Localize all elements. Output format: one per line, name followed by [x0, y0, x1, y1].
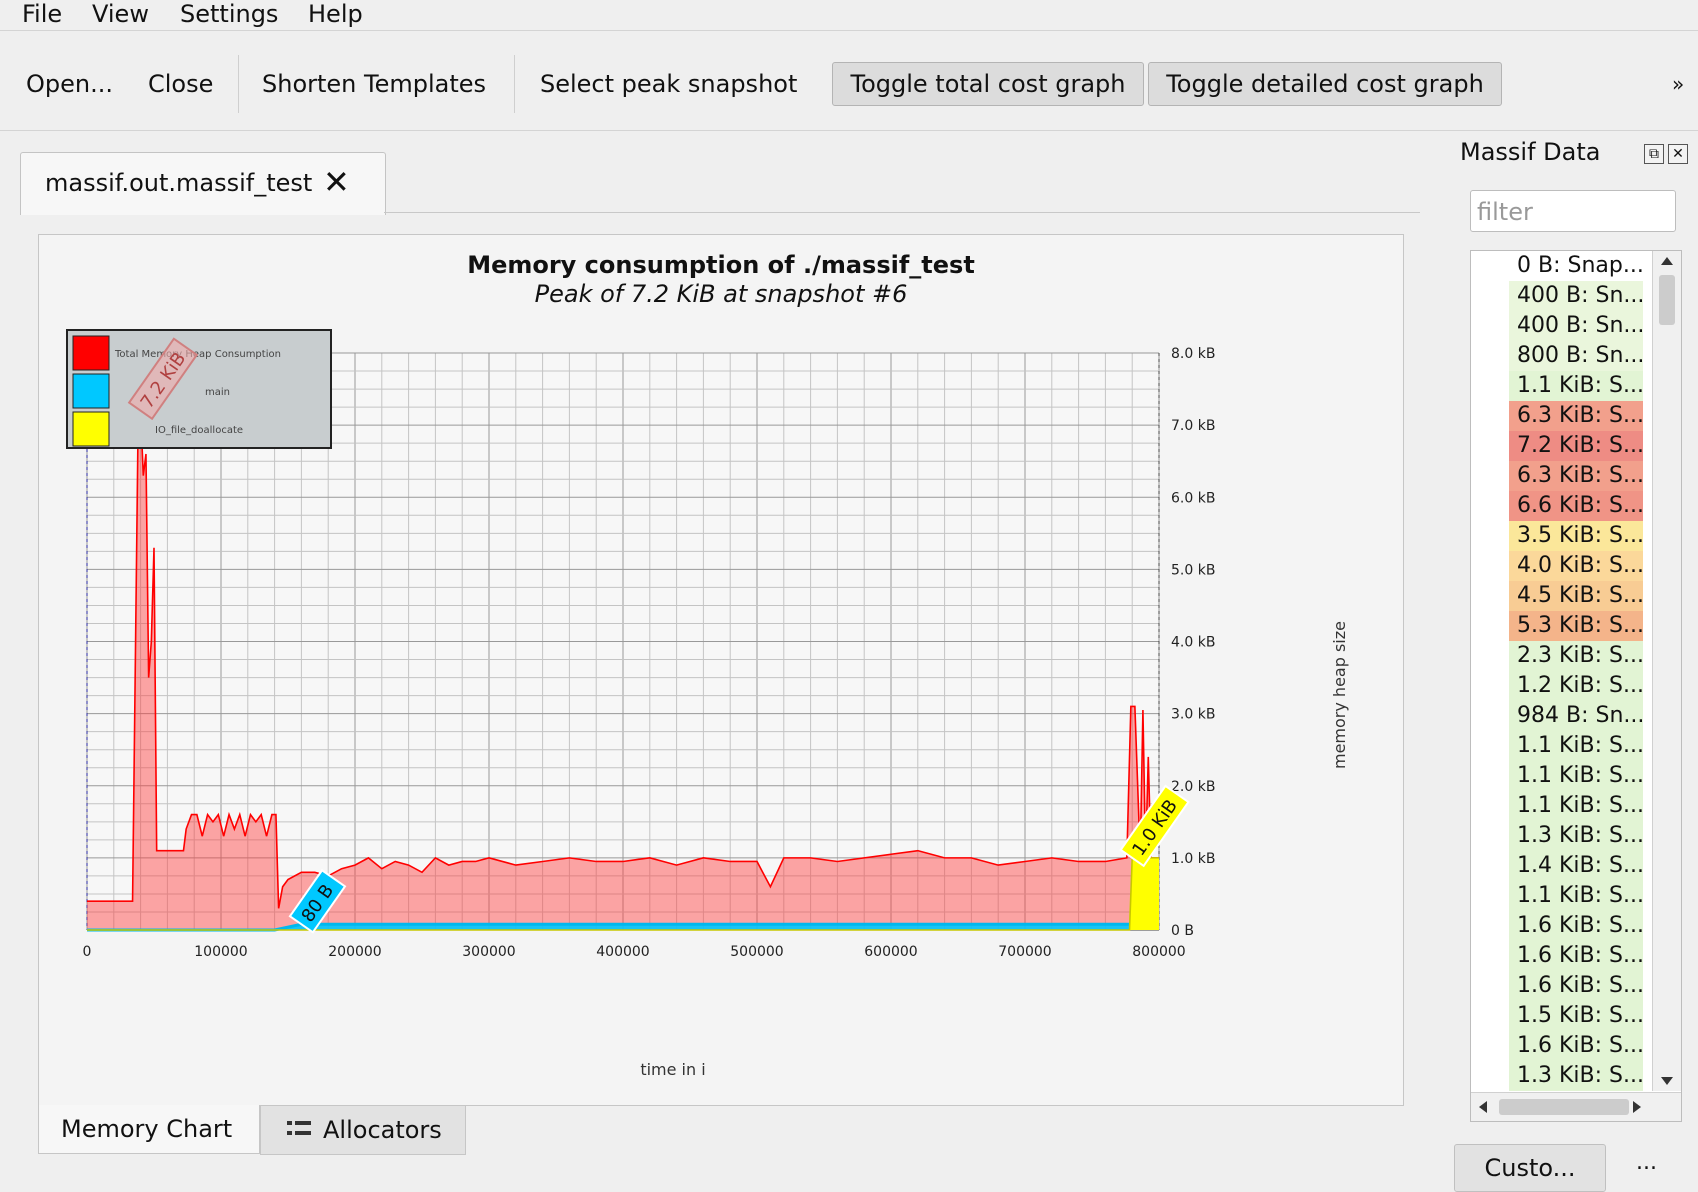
tab-memory-chart-label: Memory Chart	[61, 1115, 233, 1143]
legend-swatch-main	[72, 373, 110, 409]
close-button[interactable]: Close	[148, 64, 213, 104]
scroll-left-icon[interactable]	[1479, 1101, 1487, 1113]
select-peak-snapshot-button[interactable]: Select peak snapshot	[540, 64, 797, 104]
snapshot-row[interactable]: 1.2 KiB: S...	[1509, 671, 1643, 701]
toolbar-overflow-icon[interactable]: »	[1672, 64, 1684, 104]
y-tick-label: 1.0 kB	[1171, 851, 1215, 867]
y-tick-label: 2.0 kB	[1171, 779, 1215, 795]
more-button[interactable]: ...	[1636, 1150, 1657, 1175]
snapshot-row[interactable]: 0 B: Snap...	[1509, 251, 1643, 281]
snapshot-row[interactable]: 4.0 KiB: S...	[1509, 551, 1643, 581]
tab-allocators-label: Allocators	[323, 1116, 442, 1144]
snapshot-row[interactable]: 1.1 KiB: S...	[1509, 731, 1643, 761]
x-tick-label: 400000	[596, 944, 649, 960]
legend-swatch-total	[72, 335, 110, 371]
x-tick-label: 700000	[998, 944, 1051, 960]
snapshot-row[interactable]: 1.6 KiB: S...	[1509, 941, 1643, 971]
memory-chart: Memory consumption of ./massif_test Peak…	[66, 251, 1349, 1079]
snapshot-row[interactable]: 5.3 KiB: S...	[1509, 611, 1643, 641]
snapshot-row[interactable]: 400 B: Sn...	[1509, 281, 1643, 311]
x-tick-label: 300000	[462, 944, 515, 960]
snapshot-row[interactable]: 1.6 KiB: S...	[1509, 911, 1643, 941]
snapshot-row[interactable]: 1.1 KiB: S...	[1509, 791, 1643, 821]
chart-subtitle: Peak of 7.2 KiB at snapshot #6	[535, 280, 908, 308]
legend-label-io: IO_file_doallocate	[155, 425, 243, 436]
chart-title: Memory consumption of ./massif_test	[467, 251, 975, 279]
tab-memory-chart[interactable]: Memory Chart	[38, 1105, 260, 1154]
snapshot-row[interactable]: 7.2 KiB: S...	[1509, 431, 1643, 461]
toolbar-separator	[514, 55, 515, 113]
y-tick-label: 5.0 kB	[1171, 562, 1215, 578]
tab-bar-line	[384, 212, 1420, 213]
snapshot-row[interactable]: 984 B: Sn...	[1509, 701, 1643, 731]
customize-button[interactable]: Custo...	[1454, 1144, 1606, 1192]
scroll-thumb-h[interactable]	[1499, 1099, 1629, 1115]
close-dock-icon[interactable]: ✕	[1668, 144, 1688, 164]
snapshot-row[interactable]: 1.6 KiB: S...	[1509, 971, 1643, 1001]
file-tab-label: massif.out.massif_test	[45, 169, 313, 197]
snapshot-row[interactable]: 4.5 KiB: S...	[1509, 581, 1643, 611]
toolbar-divider	[0, 130, 1698, 131]
x-tick-label: 800000	[1132, 944, 1185, 960]
x-axis-label: time in i	[640, 1060, 705, 1079]
legend-swatch-io	[72, 411, 110, 447]
snapshot-row[interactable]: 1.6 KiB: S...	[1509, 1031, 1643, 1061]
snapshot-row[interactable]: 6.3 KiB: S...	[1509, 401, 1643, 431]
y-tick-label: 0 B	[1171, 923, 1194, 939]
snapshot-row[interactable]: 1.3 KiB: S...	[1509, 821, 1643, 851]
snapshot-list: 0 B: Snap... 400 B: Sn... 400 B: Sn... 800 …	[1470, 250, 1682, 1122]
scroll-up-icon[interactable]	[1661, 257, 1673, 265]
snapshot-row[interactable]: 1.1 KiB: S...	[1509, 761, 1643, 791]
shorten-templates-button[interactable]: Shorten Templates	[262, 64, 486, 104]
y-tick-label: 4.0 kB	[1171, 635, 1215, 651]
snapshot-row[interactable]: 1.3 KiB: S...	[1509, 1061, 1643, 1091]
menu-help[interactable]: Help	[308, 0, 363, 28]
vertical-scrollbar[interactable]	[1652, 251, 1681, 1091]
x-tick-label: 0	[83, 944, 92, 960]
menu-view[interactable]: View	[92, 0, 149, 28]
snapshot-row[interactable]: 6.3 KiB: S...	[1509, 461, 1643, 491]
y-axis-label: memory heap size	[1330, 621, 1349, 769]
x-tick-label: 200000	[328, 944, 381, 960]
snapshot-row[interactable]: 1.1 KiB: S...	[1509, 881, 1643, 911]
x-tick-label: 600000	[864, 944, 917, 960]
snapshot-row[interactable]: 1.1 KiB: S...	[1509, 371, 1643, 401]
x-tick-label: 500000	[730, 944, 783, 960]
legend-label-main: main	[205, 387, 230, 398]
snapshot-row[interactable]: 1.4 KiB: S...	[1509, 851, 1643, 881]
menu-settings[interactable]: Settings	[180, 0, 278, 28]
y-tick-label: 8.0 kB	[1171, 346, 1215, 362]
toolbar-separator	[238, 55, 239, 113]
y-tick-label: 6.0 kB	[1171, 490, 1215, 506]
chart-legend: Total Memory Heap Consumption main IO_fi…	[66, 329, 332, 449]
y-tick-label: 3.0 kB	[1171, 707, 1215, 723]
snapshot-row[interactable]: 400 B: Sn...	[1509, 311, 1643, 341]
menu-bar: File View Settings Help	[0, 0, 1698, 30]
close-tab-icon[interactable]: ✕	[323, 163, 350, 201]
tab-allocators[interactable]: Allocators	[260, 1105, 466, 1155]
scroll-right-icon[interactable]	[1633, 1101, 1641, 1113]
y-tick-label: 7.0 kB	[1171, 418, 1215, 434]
scroll-down-icon[interactable]	[1661, 1077, 1673, 1085]
float-dock-icon[interactable]: ⧉	[1644, 144, 1664, 164]
snapshot-row[interactable]: 800 B: Sn...	[1509, 341, 1643, 371]
snapshot-row[interactable]: 3.5 KiB: S...	[1509, 521, 1643, 551]
menu-divider	[0, 30, 1698, 31]
open-button[interactable]: Open...	[26, 64, 113, 104]
x-tick-label: 100000	[194, 944, 247, 960]
list-icon	[287, 1121, 311, 1135]
filter-input[interactable]: filter	[1470, 190, 1676, 232]
toggle-detailed-cost-graph-button[interactable]: Toggle detailed cost graph	[1148, 62, 1502, 106]
snapshot-row[interactable]: 2.3 KiB: S...	[1509, 641, 1643, 671]
dock-title: Massif Data	[1460, 138, 1601, 166]
snapshot-row[interactable]: 6.6 KiB: S...	[1509, 491, 1643, 521]
toggle-total-cost-graph-button[interactable]: Toggle total cost graph	[832, 62, 1144, 106]
menu-file[interactable]: File	[22, 0, 62, 28]
file-tab[interactable]: massif.out.massif_test ✕	[20, 152, 386, 215]
snapshot-row[interactable]: 1.5 KiB: S...	[1509, 1001, 1643, 1031]
horizontal-scrollbar[interactable]	[1471, 1092, 1681, 1121]
scroll-thumb[interactable]	[1659, 275, 1675, 325]
